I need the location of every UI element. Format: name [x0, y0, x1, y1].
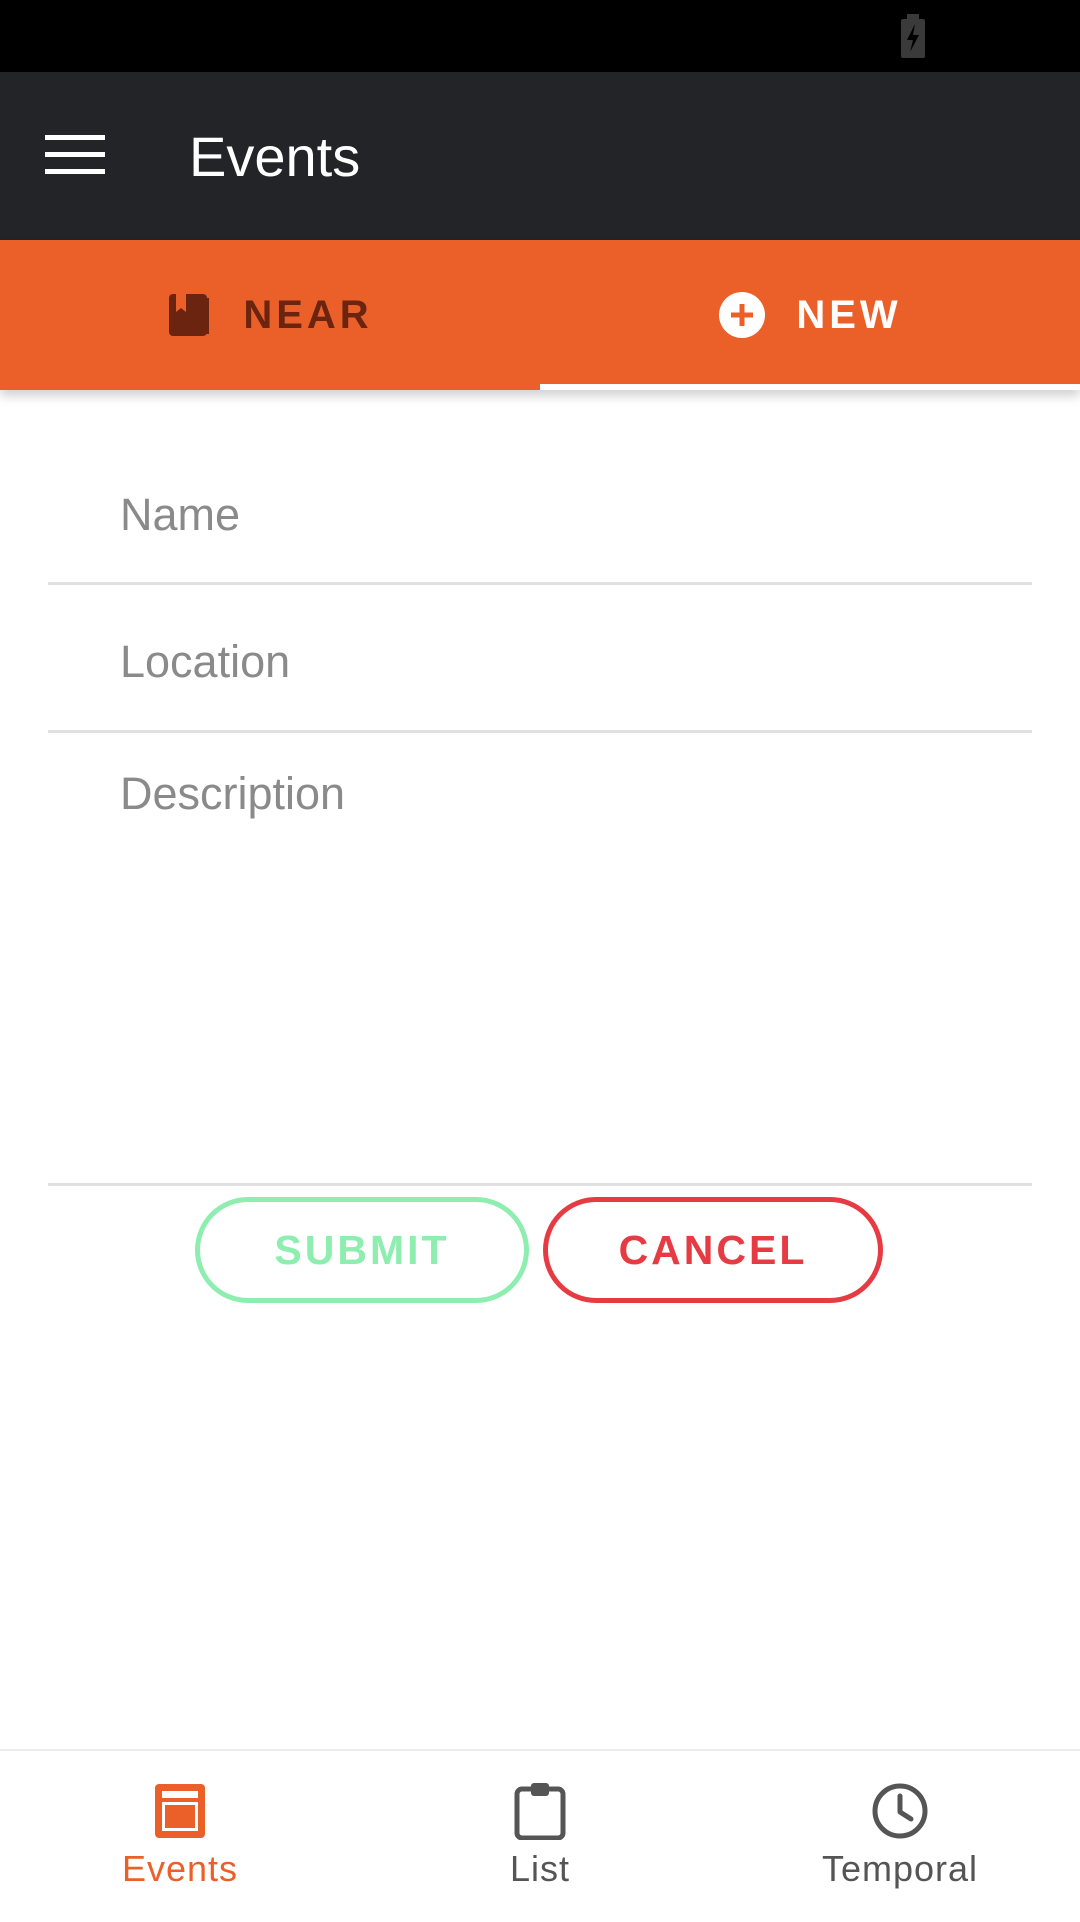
nav-label-temporal: Temporal	[821, 1848, 979, 1889]
submit-button[interactable]: SUBMIT	[195, 1197, 529, 1303]
nav-item-events[interactable]: Events	[0, 1751, 360, 1922]
location-field	[48, 585, 1032, 733]
clipboard-icon	[514, 1783, 566, 1840]
location-input[interactable]	[120, 627, 1010, 697]
hamburger-menu-icon	[45, 135, 105, 174]
nav-item-list[interactable]: List	[360, 1751, 720, 1922]
name-input[interactable]	[120, 480, 1010, 550]
menu-button[interactable]	[30, 110, 120, 200]
cancel-button[interactable]: CANCEL	[543, 1197, 883, 1303]
status-bar	[0, 0, 1080, 72]
nav-item-temporal[interactable]: Temporal	[720, 1751, 1080, 1922]
tab-near[interactable]: NEAR	[0, 240, 540, 390]
tab-new[interactable]: NEW	[540, 240, 1080, 390]
book-icon	[169, 294, 210, 336]
add-circle-icon	[719, 292, 766, 338]
battery-charging-icon	[901, 14, 925, 58]
description-field	[48, 733, 1032, 1186]
app-bar: Events	[0, 72, 1080, 240]
tab-near-label: NEAR	[243, 292, 373, 337]
events-icon	[155, 1784, 205, 1838]
description-input[interactable]	[120, 763, 1010, 1143]
tab-indicator	[540, 384, 1080, 390]
tab-new-label: NEW	[796, 292, 902, 337]
page-title: Events	[189, 125, 361, 188]
nav-label-list: List	[509, 1848, 571, 1889]
bottom-navigation: Events List Temporal	[0, 1749, 1080, 1922]
name-field	[48, 440, 1032, 585]
nav-label-events: Events	[121, 1848, 239, 1889]
tab-bar: NEAR NEW	[0, 240, 1080, 390]
clock-icon	[872, 1783, 928, 1839]
